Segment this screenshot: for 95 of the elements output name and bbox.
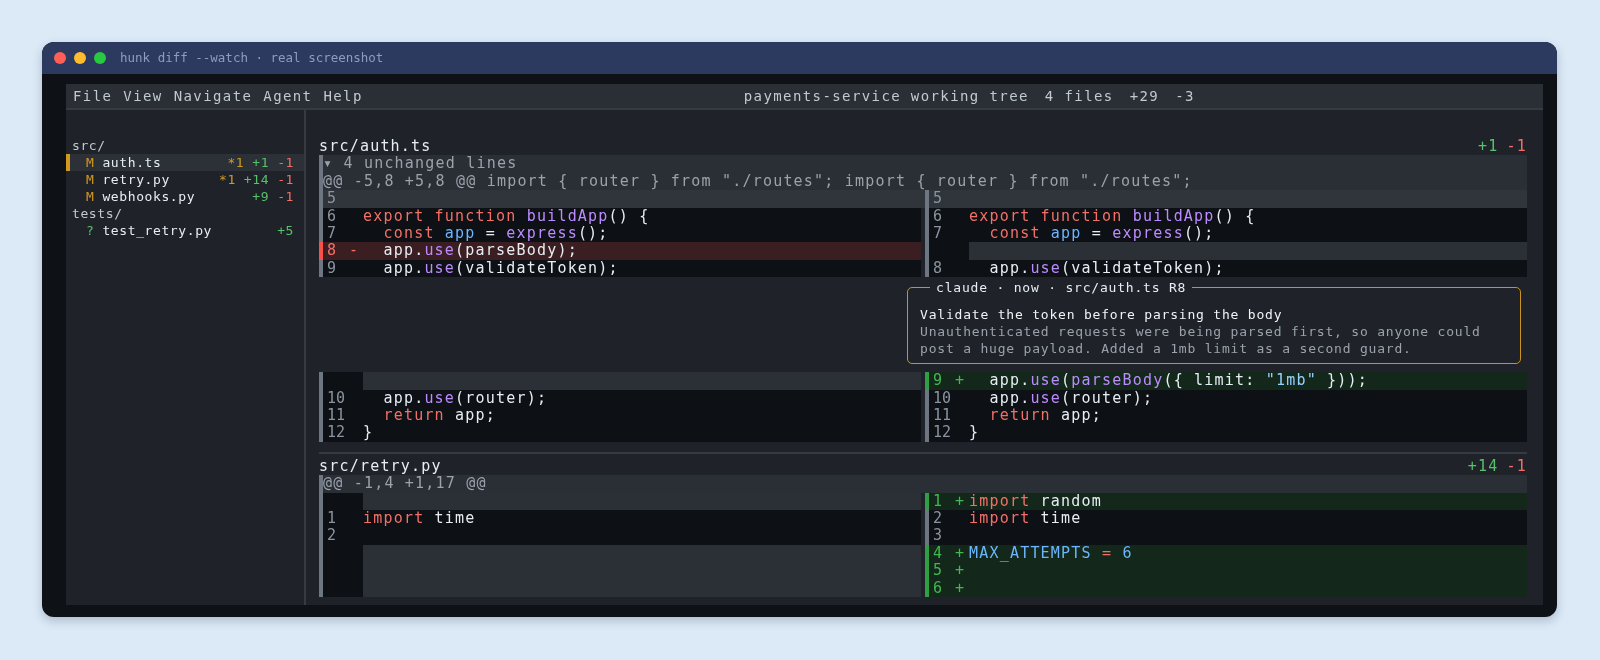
- menu-item[interactable]: Agent: [263, 84, 313, 108]
- code-line: app.use(router);: [382, 389, 549, 407]
- line-number: 10: [932, 389, 953, 407]
- added-count: +9: [252, 188, 270, 205]
- code-line: const app = express();: [382, 225, 610, 243]
- file-status: ?: [86, 222, 95, 239]
- line-number: 8: [326, 242, 338, 260]
- code-line: export function buildApp() {: [969, 207, 1257, 225]
- removed-count: -3: [1175, 87, 1195, 106]
- removed-count: -1: [1506, 457, 1527, 476]
- line-number: 5: [326, 190, 338, 208]
- code-line: app.use(router);: [988, 389, 1155, 407]
- collapsed-lines[interactable]: ▾ 4 unchanged lines: [319, 155, 1527, 173]
- code-line: return app;: [988, 406, 1102, 425]
- file-name: auth.ts: [102, 154, 163, 171]
- line-number: 8: [932, 259, 944, 278]
- removed-count: -1: [277, 188, 294, 205]
- added-count: +1: [252, 154, 270, 171]
- file-name: test_retry.py: [102, 222, 213, 239]
- close-button[interactable]: [54, 52, 66, 64]
- folder-label[interactable]: src/: [66, 137, 304, 154]
- code-line: return app;: [382, 406, 496, 425]
- removed-count: -1: [277, 171, 294, 188]
- diff-sign: +: [955, 579, 967, 597]
- code-line: app.use(validateToken);: [382, 259, 620, 278]
- tree-entry[interactable]: ? test_retry.py +5: [66, 222, 304, 239]
- line-number: 5: [932, 562, 944, 580]
- line-number: 2: [326, 527, 338, 545]
- file-status: M: [86, 188, 95, 205]
- file-count: 4 files: [1044, 87, 1114, 106]
- file-status: M: [86, 171, 95, 188]
- hunk-header: @@ -1,4 +1,17 @@: [319, 475, 1527, 493]
- added-count: +29: [1129, 87, 1160, 106]
- line-number: 7: [932, 225, 944, 243]
- file-status: M: [86, 154, 95, 171]
- diff-sign: +: [955, 544, 967, 563]
- file-path: src/retry.py: [319, 457, 442, 476]
- code-line: import random: [969, 492, 1103, 510]
- removed-count: -1: [277, 154, 294, 171]
- tree-entry[interactable]: M webhooks.py +9 -1: [66, 188, 304, 205]
- line-number: 12: [932, 424, 953, 442]
- code-line: export function buildApp() {: [363, 207, 651, 225]
- tree-entry[interactable]: M retry.py *1 +14 -1: [66, 171, 304, 188]
- added-count: +1: [1478, 138, 1499, 156]
- comment-count: *1: [227, 154, 245, 171]
- line-number: 4: [932, 544, 944, 563]
- comment-count: *1: [219, 171, 236, 188]
- line-number: 1: [326, 509, 338, 528]
- line-number: 1: [932, 492, 944, 510]
- line-number: 6: [326, 207, 338, 225]
- added-count: +14: [243, 171, 270, 188]
- code-line: MAX_ATTEMPTS = 6: [969, 544, 1134, 563]
- line-number: 2: [932, 509, 944, 528]
- line-number: 9: [326, 259, 338, 278]
- diff-sign: +: [955, 492, 967, 510]
- line-number: 3: [932, 527, 944, 545]
- minimize-button[interactable]: [74, 52, 86, 64]
- added-count: +5: [277, 222, 294, 239]
- code-line: const app = express();: [988, 225, 1216, 243]
- code-line: app.use(validateToken);: [988, 259, 1226, 278]
- code-line: app.use(parseBody({ limit: "1mb" }));: [988, 372, 1370, 390]
- tree-entry[interactable]: M auth.ts *1 +1 -1: [66, 154, 304, 171]
- line-number: 12: [326, 424, 347, 442]
- line-number: 9: [932, 372, 944, 390]
- comment-header: claude · now · src/auth.ts R8: [935, 279, 1188, 297]
- menu-item[interactable]: Help: [323, 84, 363, 108]
- folder-label[interactable]: tests/: [66, 205, 304, 222]
- code-line: }: [363, 424, 375, 442]
- line-number: 5: [932, 190, 944, 208]
- menu-item[interactable]: File: [73, 84, 113, 108]
- window-title: hunk diff --watch · real screenshot: [120, 48, 384, 67]
- line-number: 6: [932, 579, 944, 597]
- code-line: app.use(parseBody);: [382, 242, 579, 260]
- line-number: 10: [326, 389, 347, 407]
- diff-sign: -: [349, 242, 361, 260]
- diff-sign: +: [955, 562, 967, 580]
- file-path: src/auth.ts: [319, 138, 432, 156]
- line-number: 11: [326, 406, 347, 425]
- menu-item[interactable]: Navigate: [173, 84, 253, 108]
- repo-title: payments-service working tree: [743, 87, 1029, 106]
- code-line: }: [969, 424, 981, 442]
- file-name: webhooks.py: [102, 188, 197, 205]
- line-number: 11: [932, 406, 953, 425]
- line-number: 7: [326, 225, 338, 243]
- diff-sign: +: [955, 372, 967, 390]
- comment-body: Unauthenticated requests were being parsed first, so anyone could post a huge payload. Added a 1mb limit as a second guard.: [920, 323, 1482, 358]
- maximize-button[interactable]: [94, 52, 106, 64]
- menu-item[interactable]: View: [123, 84, 163, 108]
- code-line: import time: [969, 509, 1083, 528]
- added-count: +14: [1467, 457, 1499, 476]
- code-line: import time: [363, 509, 477, 528]
- line-number: 6: [932, 207, 944, 225]
- file-name: retry.py: [102, 171, 171, 188]
- comment-title: Validate the token before parsing the body: [920, 306, 1284, 324]
- removed-count: -1: [1506, 138, 1527, 156]
